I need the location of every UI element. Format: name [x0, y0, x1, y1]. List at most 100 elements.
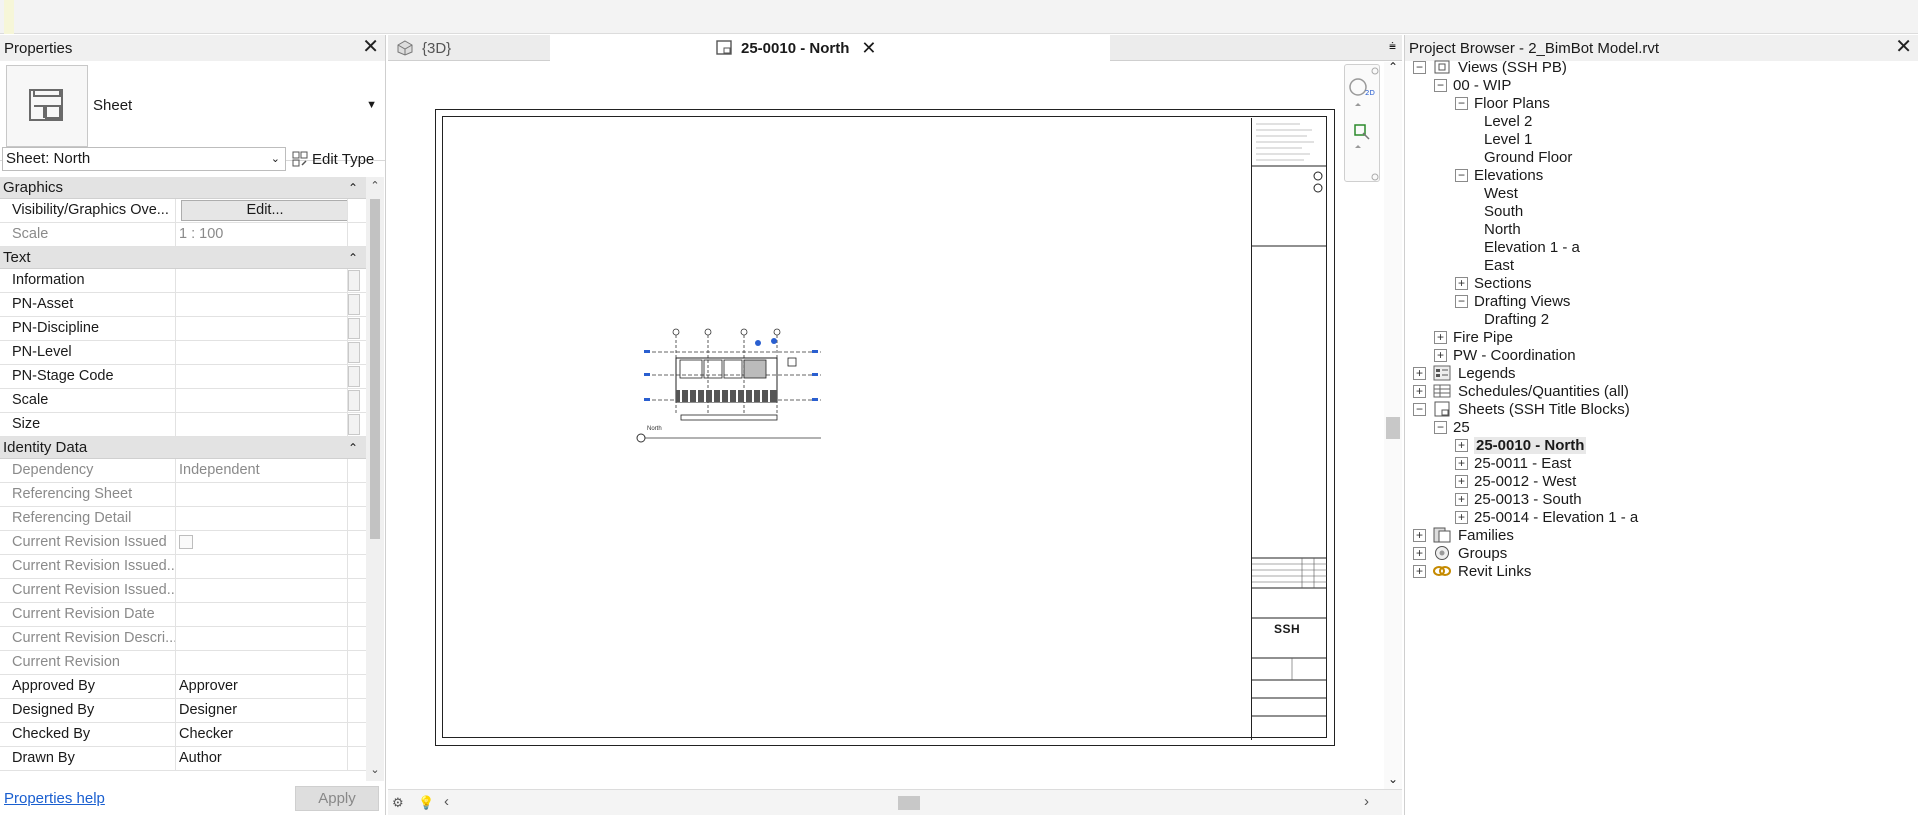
property-row: PN-Stage Code: [0, 365, 366, 389]
expand-icon[interactable]: +: [1434, 330, 1447, 344]
expand-icon[interactable]: +: [1455, 510, 1468, 524]
tree-node-label: Groups: [1458, 544, 1508, 562]
tab-menu-icon[interactable]: ⩧: [1389, 39, 1396, 54]
collapse-icon[interactable]: −: [1413, 402, 1426, 416]
tree-node-label: Elevation 1 - a: [1484, 238, 1580, 256]
canvas-vertical-scrollbar[interactable]: ⌃ ⌄: [1384, 60, 1402, 789]
property-value: [176, 507, 348, 530]
property-name: Drawn By: [0, 747, 176, 770]
instance-selector[interactable]: Sheet: North ⌄: [2, 147, 286, 171]
expand-icon[interactable]: +: [1455, 438, 1468, 452]
scroll-left-icon[interactable]: ‹: [444, 793, 449, 810]
project-browser-title: Project Browser - 2_BimBot Model.rvt: [1409, 39, 1660, 57]
property-row: Current Revision Date: [0, 603, 366, 627]
group-identity-data[interactable]: Identity Data ⌃: [0, 437, 366, 459]
tab-3d[interactable]: {3D}: [388, 35, 548, 61]
edit-type-button[interactable]: Edit Type: [292, 147, 374, 171]
scroll-right-icon[interactable]: ›: [1364, 793, 1369, 810]
tree-node-label: Drafting 2: [1484, 310, 1550, 328]
expand-icon[interactable]: +: [1413, 528, 1426, 542]
property-row: Current Revision Issued...: [0, 555, 366, 579]
property-row: Checked By Checker: [0, 723, 366, 747]
elevation-view-graphic[interactable]: [636, 320, 836, 450]
tree-node-label: Floor Plans: [1474, 94, 1550, 112]
expand-icon[interactable]: +: [1455, 456, 1468, 470]
expand-icon[interactable]: +: [1413, 384, 1426, 398]
properties-help-link[interactable]: Properties help: [4, 790, 105, 807]
property-name: Current Revision Issued...: [0, 555, 176, 578]
view-title-label: North: [647, 426, 662, 432]
group-text[interactable]: Text ⌃: [0, 247, 366, 269]
tree-node-label: 25-0011 - East: [1474, 454, 1572, 472]
property-name: PN-Level: [0, 341, 176, 364]
type-selector[interactable]: Sheet ▼: [0, 61, 385, 161]
property-value[interactable]: [176, 365, 348, 388]
temporary-hide-icon[interactable]: ⚙: [392, 795, 404, 811]
type-dropdown-icon[interactable]: ▼: [366, 99, 377, 111]
property-value: [176, 603, 348, 626]
title-block: SSH: [1251, 118, 1327, 740]
property-value[interactable]: [176, 413, 348, 436]
field-button[interactable]: [348, 270, 360, 291]
tab-sheet-north[interactable]: 25-0010 - North ✕: [550, 35, 1110, 61]
close-tab-icon[interactable]: ✕: [861, 38, 876, 59]
field-button[interactable]: [348, 294, 360, 315]
property-value[interactable]: Designer: [176, 699, 348, 722]
properties-header: Properties ✕: [0, 35, 385, 61]
tree-node[interactable]: + Revit Links: [1413, 560, 1531, 582]
expand-icon[interactable]: +: [1413, 564, 1426, 578]
expand-icon[interactable]: +: [1455, 276, 1468, 290]
field-button[interactable]: [348, 390, 360, 411]
collapse-icon[interactable]: −: [1455, 168, 1468, 182]
scrollbar-thumb[interactable]: [1386, 417, 1400, 439]
property-name: Designed By: [0, 699, 176, 722]
property-row: Information: [0, 269, 366, 293]
property-value[interactable]: [176, 269, 348, 292]
apply-button[interactable]: Apply: [295, 786, 379, 811]
property-value[interactable]: [176, 293, 348, 316]
collapse-icon[interactable]: −: [1455, 96, 1468, 110]
horizontal-scrollbar-thumb[interactable]: [898, 796, 920, 810]
visibility-edit-button[interactable]: Edit...: [181, 200, 347, 221]
close-browser-icon[interactable]: ✕: [1895, 37, 1912, 57]
group-graphics[interactable]: Graphics ⌃: [0, 177, 366, 199]
group-graphics-label: Graphics: [3, 179, 64, 196]
field-button[interactable]: [348, 342, 360, 363]
field-button[interactable]: [348, 414, 360, 435]
navigation-bar: 2D: [1344, 64, 1380, 182]
collapse-icon[interactable]: −: [1455, 294, 1468, 308]
expand-icon[interactable]: +: [1455, 474, 1468, 488]
property-value[interactable]: Author: [176, 747, 348, 770]
view-control-bar: ⚙ 💡 ‹ ›: [388, 789, 1402, 815]
properties-scrollbar[interactable]: ⌃ ⌄: [366, 177, 384, 781]
expand-icon[interactable]: +: [1455, 492, 1468, 506]
scroll-up-icon[interactable]: ⌃: [366, 179, 384, 192]
expand-icon[interactable]: +: [1434, 348, 1447, 362]
property-value[interactable]: [176, 341, 348, 364]
expand-icon[interactable]: +: [1413, 366, 1426, 380]
close-properties-icon[interactable]: ✕: [362, 37, 379, 57]
expand-icon[interactable]: +: [1413, 546, 1426, 560]
drawing-canvas[interactable]: SSH North 2D: [388, 62, 1402, 789]
tree-node-label: Elevations: [1474, 166, 1544, 184]
reveal-hidden-icon[interactable]: 💡: [418, 795, 434, 811]
property-value[interactable]: [176, 317, 348, 340]
scroll-down-icon[interactable]: ⌄: [366, 763, 384, 776]
scrollbar-thumb[interactable]: [370, 199, 380, 539]
scroll-up-icon[interactable]: ⌃: [1388, 60, 1398, 74]
property-row: PN-Discipline: [0, 317, 366, 341]
project-browser-panel: Project Browser - 2_BimBot Model.rvt ✕ −…: [1404, 35, 1918, 815]
tree-node-label: 25-0010 - North: [1474, 436, 1587, 454]
field-button[interactable]: [348, 366, 360, 387]
tree-node-label: Legends: [1458, 364, 1516, 382]
property-value[interactable]: Approver: [176, 675, 348, 698]
property-value[interactable]: [176, 389, 348, 412]
collapse-icon[interactable]: −: [1413, 60, 1426, 74]
property-value[interactable]: Checker: [176, 723, 348, 746]
3d-view-icon: [397, 40, 413, 56]
scroll-down-icon[interactable]: ⌄: [1388, 772, 1398, 786]
field-button[interactable]: [348, 318, 360, 339]
collapse-icon[interactable]: −: [1434, 78, 1447, 92]
sheet-view-icon: [716, 40, 732, 55]
collapse-icon[interactable]: −: [1434, 420, 1447, 434]
